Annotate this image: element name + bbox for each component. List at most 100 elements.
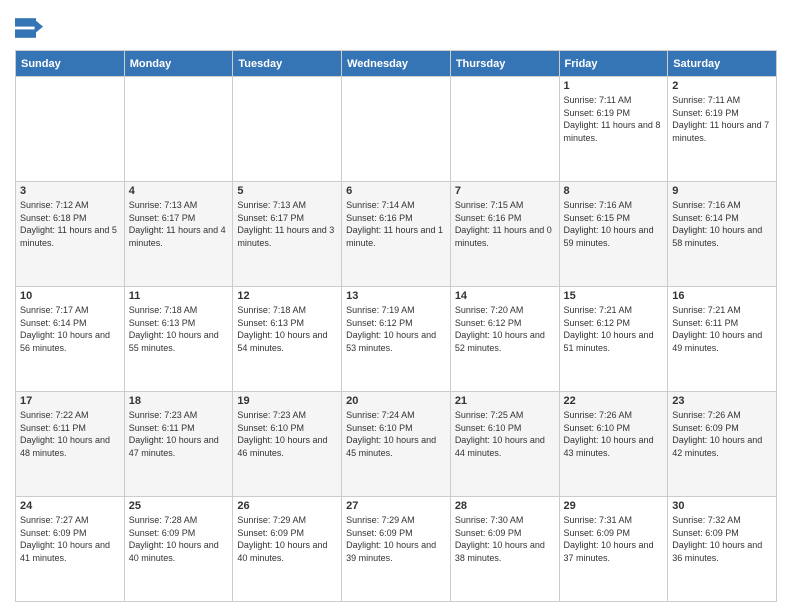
day-info: Sunrise: 7:17 AM Sunset: 6:14 PM Dayligh… [20, 304, 120, 354]
day-number: 11 [129, 290, 229, 302]
calendar-cell: 21 Sunrise: 7:25 AM Sunset: 6:10 PM Dayli… [450, 392, 559, 497]
day-info: Sunrise: 7:18 AM Sunset: 6:13 PM Dayligh… [129, 304, 229, 354]
page: SundayMondayTuesdayWednesdayThursdayFrid… [0, 0, 792, 612]
calendar-cell: 13Sunrise: 7:19 AM Sunset: 6:12 PM Dayli… [342, 287, 451, 392]
day-info: Sunrise: 7:29 AM Sunset: 6:09 PM Dayligh… [346, 514, 446, 564]
calendar-cell: 27 Sunrise: 7:29 AM Sunset: 6:09 PM Dayli… [342, 497, 451, 602]
calendar-cell: 23 Sunrise: 7:26 AM Sunset: 6:09 PM Dayli… [668, 392, 777, 497]
day-info: Sunrise: 7:30 AM Sunset: 6:09 PM Dayligh… [455, 514, 555, 564]
calendar-cell: 12 Sunrise: 7:18 AM Sunset: 6:13 PM Dayli… [233, 287, 342, 392]
calendar-cell: 26 Sunrise: 7:29 AM Sunset: 6:09 PM Dayli… [233, 497, 342, 602]
calendar-cell: 29 Sunrise: 7:31 AM Sunset: 6:09 PM Dayli… [559, 497, 668, 602]
day-number: 15 [564, 290, 664, 302]
day-number: 2 [672, 80, 772, 92]
day-info: Sunrise: 7:20 AM Sunset: 6:12 PM Dayligh… [455, 304, 555, 354]
day-number: 29 [564, 500, 664, 512]
day-number: 30 [672, 500, 772, 512]
day-number: 24 [20, 500, 120, 512]
day-info: Sunrise: 7:12 AM Sunset: 6:18 PM Dayligh… [20, 199, 120, 249]
weekday-header-monday: Monday [124, 51, 233, 77]
day-number: 8 [564, 185, 664, 197]
day-number: 12 [237, 290, 337, 302]
day-info: Sunrise: 7:21 AM Sunset: 6:12 PM Dayligh… [564, 304, 664, 354]
day-info: Sunrise: 7:23 AM Sunset: 6:10 PM Dayligh… [237, 409, 337, 459]
calendar-cell: 18Sunrise: 7:23 AM Sunset: 6:11 PM Dayli… [124, 392, 233, 497]
calendar-cell: 8 Sunrise: 7:16 AM Sunset: 6:15 PM Daylig… [559, 182, 668, 287]
day-number: 26 [237, 500, 337, 512]
day-info: Sunrise: 7:24 AM Sunset: 6:10 PM Dayligh… [346, 409, 446, 459]
calendar-cell: 19 Sunrise: 7:23 AM Sunset: 6:10 PM Dayli… [233, 392, 342, 497]
day-number: 21 [455, 395, 555, 407]
calendar-table: SundayMondayTuesdayWednesdayThursdayFrid… [15, 50, 777, 602]
day-info: Sunrise: 7:18 AM Sunset: 6:13 PM Dayligh… [237, 304, 337, 354]
day-number: 3 [20, 185, 120, 197]
calendar-cell: 5 Sunrise: 7:13 AM Sunset: 6:17 PM Daylig… [233, 182, 342, 287]
calendar-cell: 30 Sunrise: 7:32 AM Sunset: 6:09 PM Dayli… [668, 497, 777, 602]
calendar-cell: 11 Sunrise: 7:18 AM Sunset: 6:13 PM Dayli… [124, 287, 233, 392]
calendar-cell: 2 Sunrise: 7:11 AM Sunset: 6:19 PM Daylig… [668, 77, 777, 182]
weekday-header-wednesday: Wednesday [342, 51, 451, 77]
calendar-cell [342, 77, 451, 182]
calendar-cell [124, 77, 233, 182]
day-info: Sunrise: 7:28 AM Sunset: 6:09 PM Dayligh… [129, 514, 229, 564]
day-number: 6 [346, 185, 446, 197]
day-info: Sunrise: 7:22 AM Sunset: 6:11 PM Dayligh… [20, 409, 120, 459]
calendar-cell: 10 Sunrise: 7:17 AM Sunset: 6:14 PM Dayli… [16, 287, 125, 392]
day-info: Sunrise: 7:25 AM Sunset: 6:10 PM Dayligh… [455, 409, 555, 459]
calendar-cell: 7 Sunrise: 7:15 AM Sunset: 6:16 PM Daylig… [450, 182, 559, 287]
day-number: 20 [346, 395, 446, 407]
day-info: Sunrise: 7:11 AM Sunset: 6:19 PM Dayligh… [564, 94, 664, 144]
calendar-cell: 28 Sunrise: 7:30 AM Sunset: 6:09 PM Dayli… [450, 497, 559, 602]
day-info: Sunrise: 7:26 AM Sunset: 6:10 PM Dayligh… [564, 409, 664, 459]
day-info: Sunrise: 7:14 AM Sunset: 6:16 PM Dayligh… [346, 199, 446, 249]
calendar-cell: 6 Sunrise: 7:14 AM Sunset: 6:16 PM Daylig… [342, 182, 451, 287]
calendar-cell: 14 Sunrise: 7:20 AM Sunset: 6:12 PM Dayli… [450, 287, 559, 392]
calendar-cell [233, 77, 342, 182]
calendar-cell: 15 Sunrise: 7:21 AM Sunset: 6:12 PM Dayli… [559, 287, 668, 392]
day-number: 4 [129, 185, 229, 197]
calendar-cell: 20 Sunrise: 7:24 AM Sunset: 6:10 PM Dayli… [342, 392, 451, 497]
weekday-header-saturday: Saturday [668, 51, 777, 77]
day-number: 10 [20, 290, 120, 302]
day-number: 5 [237, 185, 337, 197]
logo-icon [15, 14, 43, 42]
day-info: Sunrise: 7:23 AM Sunset: 6:11 PM Dayligh… [129, 409, 229, 459]
day-number: 28 [455, 500, 555, 512]
day-info: Sunrise: 7:29 AM Sunset: 6:09 PM Dayligh… [237, 514, 337, 564]
day-info: Sunrise: 7:31 AM Sunset: 6:09 PM Dayligh… [564, 514, 664, 564]
day-number: 19 [237, 395, 337, 407]
day-info: Sunrise: 7:11 AM Sunset: 6:19 PM Dayligh… [672, 94, 772, 144]
day-info: Sunrise: 7:13 AM Sunset: 6:17 PM Dayligh… [237, 199, 337, 249]
day-number: 23 [672, 395, 772, 407]
weekday-header-sunday: Sunday [16, 51, 125, 77]
day-info: Sunrise: 7:32 AM Sunset: 6:09 PM Dayligh… [672, 514, 772, 564]
day-info: Sunrise: 7:26 AM Sunset: 6:09 PM Dayligh… [672, 409, 772, 459]
calendar-cell: 17 Sunrise: 7:22 AM Sunset: 6:11 PM Dayli… [16, 392, 125, 497]
day-number: 27 [346, 500, 446, 512]
day-number: 17 [20, 395, 120, 407]
weekday-header-thursday: Thursday [450, 51, 559, 77]
calendar-cell: 25 Sunrise: 7:28 AM Sunset: 6:09 PM Dayli… [124, 497, 233, 602]
weekday-header-tuesday: Tuesday [233, 51, 342, 77]
day-info: Sunrise: 7:21 AM Sunset: 6:11 PM Dayligh… [672, 304, 772, 354]
header [15, 10, 777, 42]
day-number: 13 [346, 290, 446, 302]
day-number: 14 [455, 290, 555, 302]
calendar-cell [450, 77, 559, 182]
day-number: 16 [672, 290, 772, 302]
calendar-cell: 9 Sunrise: 7:16 AM Sunset: 6:14 PM Daylig… [668, 182, 777, 287]
day-number: 1 [564, 80, 664, 92]
day-number: 25 [129, 500, 229, 512]
calendar-cell: 3 Sunrise: 7:12 AM Sunset: 6:18 PM Daylig… [16, 182, 125, 287]
day-number: 7 [455, 185, 555, 197]
day-info: Sunrise: 7:16 AM Sunset: 6:14 PM Dayligh… [672, 199, 772, 249]
logo [15, 14, 45, 42]
calendar-cell: 22 Sunrise: 7:26 AM Sunset: 6:10 PM Dayli… [559, 392, 668, 497]
day-info: Sunrise: 7:27 AM Sunset: 6:09 PM Dayligh… [20, 514, 120, 564]
day-number: 22 [564, 395, 664, 407]
calendar-cell: 16 Sunrise: 7:21 AM Sunset: 6:11 PM Dayli… [668, 287, 777, 392]
calendar-cell: 4Sunrise: 7:13 AM Sunset: 6:17 PM Daylig… [124, 182, 233, 287]
day-info: Sunrise: 7:16 AM Sunset: 6:15 PM Dayligh… [564, 199, 664, 249]
day-info: Sunrise: 7:15 AM Sunset: 6:16 PM Dayligh… [455, 199, 555, 249]
day-number: 9 [672, 185, 772, 197]
